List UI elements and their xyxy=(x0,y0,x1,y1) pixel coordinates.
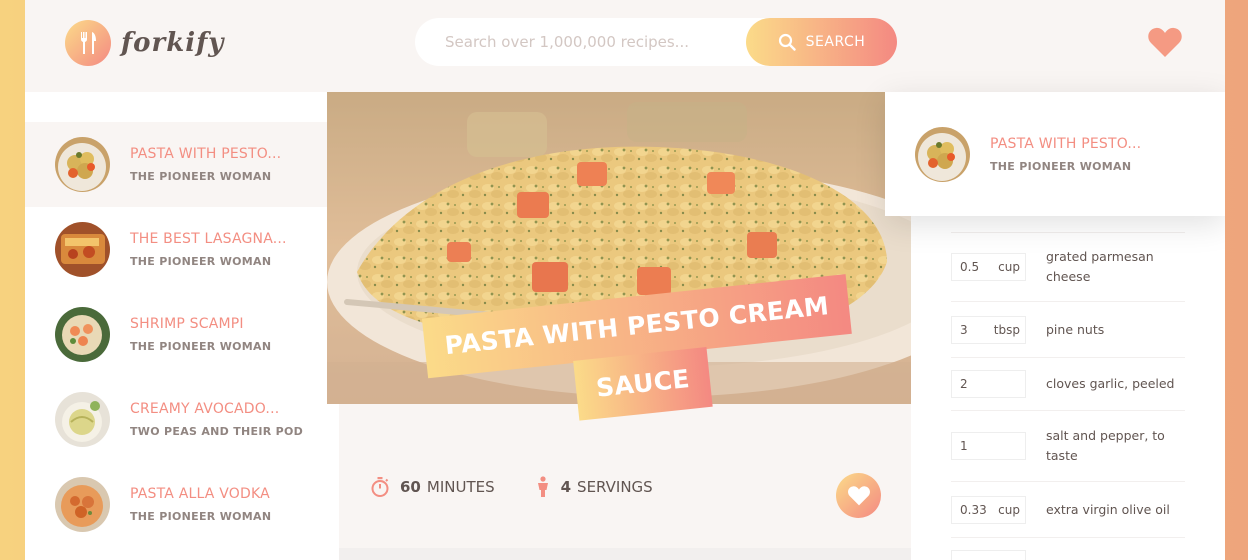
ingredient-count: 0.33 cup xyxy=(951,495,1026,524)
ingredient-text: salt and pepper, to taste xyxy=(1046,428,1165,463)
ingredient-text: extra virgin olive oil xyxy=(1046,501,1170,517)
likes-panel: PASTA WITH PESTO... THE PIONEER WOMAN xyxy=(885,92,1225,216)
servings-value: 4 xyxy=(560,478,572,496)
ingredient-unit: cup xyxy=(998,260,1020,274)
heart-icon xyxy=(847,486,870,506)
result-title: CREAMY AVOCADO... xyxy=(130,401,280,417)
liked-recipe-title: PASTA WITH PESTO... xyxy=(990,136,1142,152)
result-publisher: THE PIONEER WOMAN xyxy=(130,340,272,353)
list-item[interactable]: PASTA WITH PESTO... THE PIONEER WOMAN xyxy=(25,122,327,207)
liked-recipe-thumbnail xyxy=(915,127,970,182)
search-button[interactable]: SEARCH xyxy=(746,18,897,66)
ingredient-count-value: 3 xyxy=(960,322,968,337)
recipe-thumbnail xyxy=(55,222,110,277)
likes-heart-icon[interactable] xyxy=(1147,26,1183,62)
ingredient-count-value: 1 xyxy=(960,439,968,453)
app-window: forkify SEARCH xyxy=(25,0,1225,560)
person-icon xyxy=(537,476,548,497)
search-icon xyxy=(778,33,796,51)
ingredient-unit: tbsp xyxy=(993,322,1020,337)
ingredient-text: grated parmesan cheese xyxy=(1046,249,1154,284)
result-publisher: THE PIONEER WOMAN xyxy=(130,170,272,183)
liked-recipe-publisher: THE PIONEER WOMAN xyxy=(990,160,1132,173)
logo[interactable]: forkify xyxy=(65,20,224,66)
recipe-time: 60 MINUTES xyxy=(370,476,495,498)
ingredient-count-value: 0.5 xyxy=(960,260,980,274)
ingredient-count-value: 0.33 xyxy=(960,502,987,517)
recipe-thumbnail xyxy=(55,477,110,532)
ingredient-row: 0.5 cup grated parmesan cheese xyxy=(951,232,1185,302)
list-item[interactable]: SHRIMP SCAMPI THE PIONEER WOMAN xyxy=(25,292,327,377)
ingredient-text: pine nuts xyxy=(1046,321,1105,337)
list-item[interactable]: PASTA ALLA VODKA THE PIONEER WOMAN xyxy=(25,462,327,547)
servings-unit: SERVINGS xyxy=(577,478,653,496)
ingredient-count: 1 xyxy=(951,432,1026,460)
header: forkify SEARCH xyxy=(25,0,1225,92)
search-input[interactable] xyxy=(415,33,746,51)
result-title: SHRIMP SCAMPI xyxy=(130,316,244,332)
recipe-details: 60 MINUTES 4 SERVINGS xyxy=(370,476,693,498)
search-form: SEARCH xyxy=(415,18,897,66)
result-title: PASTA WITH PESTO... xyxy=(130,146,282,162)
ingredient-count: 0.5 cup xyxy=(951,253,1026,281)
ingredient-text: cloves garlic, peeled xyxy=(1046,376,1175,391)
ingredient-count-value: 2 xyxy=(960,377,968,391)
recipe-thumbnail xyxy=(55,307,110,362)
recipe-thumbnail xyxy=(55,137,110,192)
fork-knife-icon xyxy=(65,20,111,66)
ingredient-count: 2 xyxy=(951,370,1026,398)
ingredient-count-partial xyxy=(951,550,1026,560)
recipe-servings: 4 SERVINGS xyxy=(535,476,653,498)
ingredient-row: 1 salt and pepper, to taste xyxy=(951,411,1185,482)
like-button[interactable] xyxy=(836,473,881,518)
result-publisher: THE PIONEER WOMAN xyxy=(130,510,272,523)
result-publisher: TWO PEAS AND THEIR POD xyxy=(130,425,304,438)
search-button-label: SEARCH xyxy=(805,34,866,50)
result-publisher: THE PIONEER WOMAN xyxy=(130,255,272,268)
logo-text: forkify xyxy=(121,28,225,58)
ingredient-row: 3 tbsp pine nuts xyxy=(951,302,1185,358)
ingredient-unit: cup xyxy=(998,502,1020,517)
recipe-thumbnail xyxy=(55,392,110,447)
recipe-ingredients-strip xyxy=(339,548,911,560)
list-item[interactable]: THE BEST LASAGNA... THE PIONEER WOMAN xyxy=(25,207,327,292)
result-title: PASTA ALLA VODKA xyxy=(130,486,270,502)
list-item[interactable]: CREAMY AVOCADO... TWO PEAS AND THEIR POD xyxy=(25,377,327,462)
result-title: THE BEST LASAGNA... xyxy=(130,231,287,247)
ingredient-row: 0.33 cup extra virgin olive oil xyxy=(951,482,1185,538)
stopwatch-icon xyxy=(371,477,389,497)
ingredient-row: 2 cloves garlic, peeled xyxy=(951,358,1185,411)
time-value: 60 xyxy=(400,478,421,496)
liked-recipe-link[interactable]: PASTA WITH PESTO... THE PIONEER WOMAN xyxy=(990,136,1141,173)
ingredient-count: 3 tbsp xyxy=(951,315,1026,344)
time-unit: MINUTES xyxy=(426,478,495,496)
